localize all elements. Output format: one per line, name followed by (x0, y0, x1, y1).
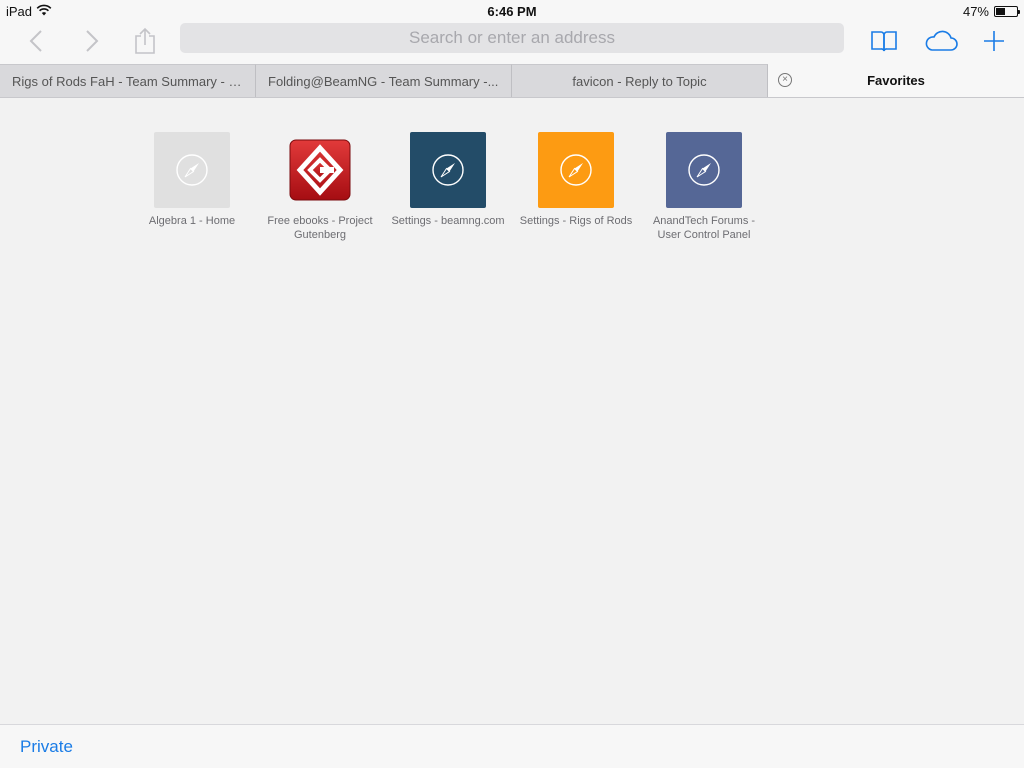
compass-icon (432, 154, 464, 186)
share-button[interactable] (132, 24, 158, 58)
battery-icon (994, 6, 1020, 17)
bottom-bar: Private (0, 724, 1024, 768)
book-icon (871, 31, 897, 52)
favorites-grid: Algebra 1 - Home Free ebooks - Project G… (0, 98, 1024, 724)
favorite-tile (666, 132, 742, 208)
tab[interactable]: Rigs of Rods FaH - Team Summary - E... (0, 64, 256, 97)
plus-icon (984, 31, 1004, 51)
tab[interactable]: Folding@BeamNG - Team Summary -... (256, 64, 512, 97)
tab-title: Folding@BeamNG - Team Summary -... (268, 73, 499, 89)
status-right: 47% (962, 4, 1020, 19)
forward-button[interactable] (80, 24, 104, 58)
favorite-label: Settings - Rigs of Rods (519, 215, 633, 227)
favorite-item[interactable]: Settings - Rigs of Rods (512, 132, 640, 228)
toolbar: Search or enter an address (0, 22, 1024, 64)
battery-percent: 47% (962, 4, 989, 19)
gutenberg-logo-icon (289, 139, 351, 201)
close-tab-icon[interactable]: × (778, 73, 792, 87)
tab[interactable]: favicon - Reply to Topic (512, 64, 768, 97)
chevron-right-icon (86, 30, 99, 52)
favorite-item[interactable]: Settings - beamng.com (384, 132, 512, 228)
status-bar: iPad 6:46 PM 47% (0, 0, 1024, 22)
address-bar[interactable]: Search or enter an address (180, 23, 844, 53)
favorite-label: AnandTech Forums - User Control Panel (652, 215, 756, 241)
favorite-label: Free ebooks - Project Gutenberg (267, 215, 373, 241)
favorite-tile (538, 132, 614, 208)
tab-favorites[interactable]: × Favorites (768, 64, 1024, 97)
favorite-tile (154, 132, 230, 208)
compass-icon (688, 154, 720, 186)
address-placeholder: Search or enter an address (408, 28, 615, 47)
icloud-tabs-button[interactable] (922, 24, 960, 58)
tab-title: Favorites (867, 73, 925, 88)
favorite-tile (282, 132, 358, 208)
clock: 6:46 PM (487, 4, 537, 19)
tab-title: Rigs of Rods FaH - Team Summary - E... (12, 73, 243, 89)
tab-bar: Rigs of Rods FaH - Team Summary - E... F… (0, 64, 1024, 98)
favorite-item[interactable]: Free ebooks - Project Gutenberg (256, 132, 384, 242)
tab-title: favicon - Reply to Topic (572, 73, 707, 89)
compass-icon (176, 154, 208, 186)
battery-fill (996, 8, 1006, 15)
back-button[interactable] (24, 24, 48, 58)
compass-icon (560, 154, 592, 186)
favorite-label: Algebra 1 - Home (148, 215, 236, 227)
favorite-item[interactable]: Algebra 1 - Home (128, 132, 256, 228)
favorite-item[interactable]: AnandTech Forums - User Control Panel (640, 132, 768, 242)
favorite-tile (410, 132, 486, 208)
share-icon (135, 27, 155, 54)
cloud-icon (925, 30, 958, 51)
new-tab-button[interactable] (982, 24, 1006, 58)
bookmarks-button[interactable] (870, 24, 898, 58)
private-button[interactable]: Private (20, 737, 73, 757)
favorite-label: Settings - beamng.com (391, 215, 505, 227)
chevron-left-icon (29, 30, 42, 52)
